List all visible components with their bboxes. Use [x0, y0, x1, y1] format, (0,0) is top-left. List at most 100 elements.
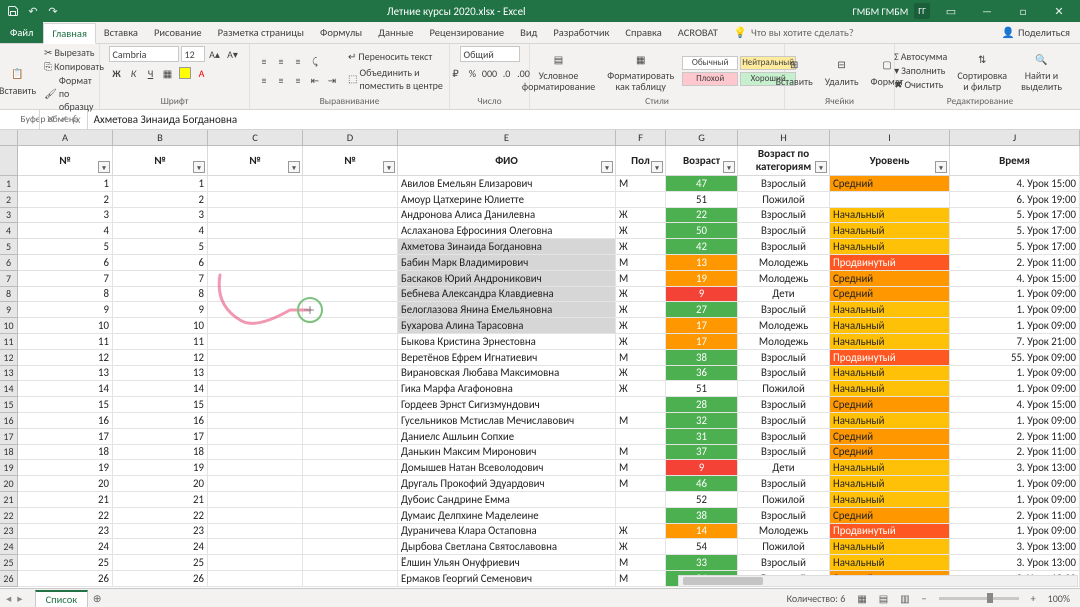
decrease-indent-icon[interactable]: ⇤ [307, 72, 323, 88]
hdr-no-c[interactable]: №▾ [208, 146, 303, 176]
cell-fio[interactable]: Бабин Марк Владимирович [398, 255, 616, 271]
cell[interactable]: 9 [113, 302, 208, 318]
tab-draw[interactable]: Рисование [146, 22, 210, 43]
merge-center-button[interactable]: ⬚ Объединить и поместить в центре [348, 66, 443, 92]
filter-icon[interactable]: ▾ [193, 161, 205, 173]
cell[interactable]: 12 [113, 350, 208, 366]
cell[interactable] [208, 366, 303, 382]
align-center-icon[interactable]: ≡ [273, 72, 289, 88]
row-header[interactable]: 21 [0, 492, 18, 508]
cell-age[interactable]: 32 [666, 413, 738, 429]
cell[interactable]: 14 [113, 381, 208, 397]
cell[interactable] [208, 508, 303, 524]
cell[interactable] [303, 223, 398, 239]
cell[interactable]: 15 [18, 397, 113, 413]
cell-gender[interactable]: Ж [616, 366, 666, 382]
cell-fio[interactable]: Авилов Емельян Елизарович [398, 176, 616, 192]
row-header[interactable]: 10 [0, 318, 18, 334]
col-header-E[interactable]: E [398, 130, 616, 145]
row-header[interactable]: 6 [0, 255, 18, 271]
cell-age[interactable]: 14 [666, 524, 738, 540]
filter-icon[interactable]: ▾ [601, 161, 613, 173]
formula-input[interactable]: Ахметова Зинаида Богдановна [88, 113, 1080, 126]
cell-level[interactable]: Средний [830, 176, 950, 192]
row-header[interactable]: 8 [0, 287, 18, 303]
cell-age[interactable]: 51 [666, 192, 738, 208]
align-bottom-icon[interactable]: ≡ [290, 53, 306, 69]
hdr-category[interactable]: Возраст по категориям▾ [738, 146, 830, 176]
cell-fio[interactable]: Домышев Натан Всеволодович [398, 460, 616, 476]
currency-icon[interactable]: ₽ [448, 65, 464, 81]
cell-age[interactable]: 46 [666, 476, 738, 492]
cell[interactable] [208, 445, 303, 461]
cell[interactable] [303, 492, 398, 508]
save-icon[interactable] [6, 4, 20, 18]
cell[interactable]: 22 [113, 508, 208, 524]
cell[interactable]: 1 [113, 176, 208, 192]
tab-formulas[interactable]: Формулы [312, 22, 370, 43]
cell-gender[interactable] [616, 429, 666, 445]
cell[interactable] [303, 192, 398, 208]
cell-gender[interactable]: М [616, 255, 666, 271]
cell-time[interactable]: 55. Урок 09:00 [950, 350, 1080, 366]
share-button[interactable]: 👤 Поделиться [992, 26, 1080, 39]
format-as-table-button[interactable]: ▦Форматировать как таблицу [603, 47, 678, 94]
cell-age[interactable]: 31 [666, 429, 738, 445]
style-normal[interactable]: Обычный [682, 56, 738, 70]
cell-time[interactable]: 3. Урок 13:00 [950, 460, 1080, 476]
cell[interactable]: 4 [18, 223, 113, 239]
cell[interactable]: 20 [113, 476, 208, 492]
cell[interactable] [303, 350, 398, 366]
cell-level[interactable]: Начальный [830, 381, 950, 397]
cell-gender[interactable]: Ж [616, 381, 666, 397]
cell-fio[interactable]: Дубоис Сандрине Емма [398, 492, 616, 508]
cell[interactable] [303, 429, 398, 445]
cell-age[interactable]: 36 [666, 366, 738, 382]
font-name-combo[interactable]: Cambria [109, 46, 179, 62]
cell-fio[interactable]: Бухарова Алина Тарасовна [398, 318, 616, 334]
cell[interactable] [303, 539, 398, 555]
cell-time[interactable]: 3. Урок 13:00 [950, 539, 1080, 555]
cell-gender[interactable] [616, 508, 666, 524]
cell-level[interactable]: Начальный [830, 460, 950, 476]
cell[interactable]: 6 [18, 255, 113, 271]
cell[interactable]: 25 [18, 555, 113, 571]
cell-age[interactable]: 9 [666, 460, 738, 476]
cell-gender[interactable] [616, 492, 666, 508]
format-painter-button[interactable]: 🖌 Формат по образцу [44, 74, 104, 113]
cell-gender[interactable]: М [616, 350, 666, 366]
col-header-F[interactable]: F [616, 130, 666, 145]
row-header[interactable]: 25 [0, 555, 18, 571]
hdr-gender[interactable]: Пол▾ [616, 146, 666, 176]
cell-age[interactable]: 42 [666, 239, 738, 255]
hdr-no-b[interactable]: №▾ [113, 146, 208, 176]
filter-icon[interactable]: ▾ [98, 161, 110, 173]
cell[interactable] [208, 223, 303, 239]
cell-gender[interactable]: Ж [616, 318, 666, 334]
cell[interactable]: 7 [18, 271, 113, 287]
cell-level[interactable]: Средний [830, 271, 950, 287]
view-normal-icon[interactable]: ▦ [857, 592, 866, 605]
cell-fio[interactable]: Веретёнов Ефрем Игнатиевич [398, 350, 616, 366]
cell-category[interactable]: Дети [738, 287, 830, 303]
bold-icon[interactable]: Ж [109, 65, 125, 81]
cell-age[interactable]: 38 [666, 350, 738, 366]
cell-fio[interactable]: Гордеев Эрнст Сигизмундович [398, 397, 616, 413]
italic-icon[interactable]: К [126, 65, 142, 81]
cell[interactable]: 10 [113, 318, 208, 334]
cell[interactable]: 11 [113, 334, 208, 350]
cell-level[interactable]: Начальный [830, 302, 950, 318]
cell[interactable]: 23 [113, 524, 208, 540]
cell-level[interactable]: Начальный [830, 223, 950, 239]
cell-gender[interactable]: Ж [616, 302, 666, 318]
col-header-C[interactable]: C [208, 130, 303, 145]
cell-category[interactable]: Взрослый [738, 476, 830, 492]
cell-time[interactable]: 2. Урок 11:00 [950, 445, 1080, 461]
border-icon[interactable]: ▦ [160, 65, 176, 81]
cell-age[interactable]: 17 [666, 334, 738, 350]
cell-time[interactable]: 5. Урок 17:00 [950, 208, 1080, 224]
cell[interactable] [208, 555, 303, 571]
row-header[interactable]: 12 [0, 350, 18, 366]
cell[interactable] [303, 176, 398, 192]
cell-category[interactable]: Взрослый [738, 429, 830, 445]
